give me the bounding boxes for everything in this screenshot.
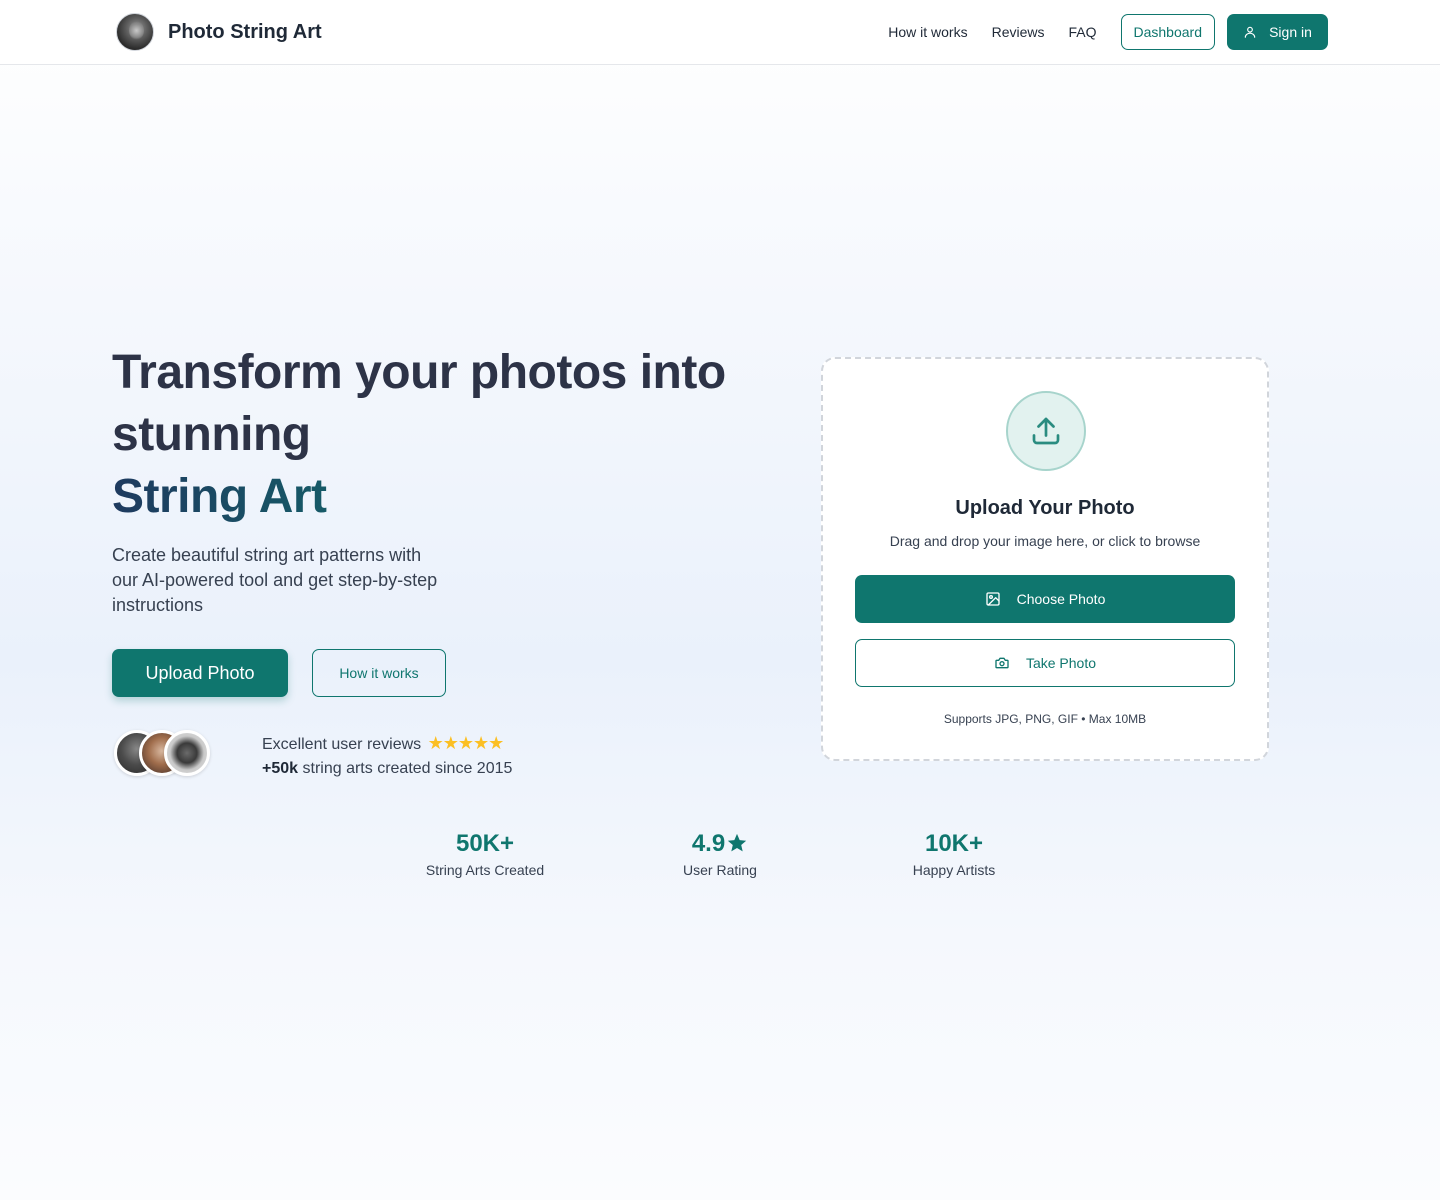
choose-photo-button[interactable]: Choose Photo bbox=[855, 575, 1235, 623]
upload-dropzone[interactable]: Upload Your Photo Drag and drop your ima… bbox=[821, 357, 1269, 761]
reviews-summary: Excellent user reviews ★★★★★ +50k string… bbox=[262, 731, 512, 781]
nav-how-it-works[interactable]: How it works bbox=[888, 14, 967, 50]
stat-label: String Arts Created bbox=[425, 862, 545, 878]
upload-icon-circle bbox=[1006, 391, 1086, 471]
star-icon bbox=[728, 833, 747, 852]
avatar bbox=[164, 730, 210, 776]
dashboard-button[interactable]: Dashboard bbox=[1120, 14, 1215, 50]
take-photo-label: Take Photo bbox=[1025, 655, 1097, 671]
brand-name: Photo String Art bbox=[168, 20, 322, 43]
take-photo-button[interactable]: Take Photo bbox=[855, 639, 1235, 687]
upload-card-title: Upload Your Photo bbox=[955, 497, 1135, 519]
reviews-text: Excellent user reviews bbox=[262, 736, 422, 753]
user-icon bbox=[1244, 26, 1256, 38]
stat-happy-artists: 10K+ Happy Artists bbox=[854, 829, 1054, 878]
choose-photo-label: Choose Photo bbox=[1016, 591, 1106, 607]
user-avatars bbox=[114, 730, 214, 778]
nav-faq[interactable]: FAQ bbox=[1068, 14, 1096, 50]
sign-in-button[interactable]: Sign in bbox=[1227, 14, 1328, 50]
stat-label: Happy Artists bbox=[912, 862, 996, 878]
stat-label: User Rating bbox=[683, 862, 757, 878]
stat-value-row: 4.9 bbox=[620, 829, 820, 859]
hero-subtitle: Create beautiful string art patterns wit… bbox=[112, 545, 438, 615]
site-header: Photo String Art How it works Reviews FA… bbox=[0, 0, 1440, 65]
stat-value: 4.9 bbox=[691, 830, 726, 857]
stat-arts-created: 50K+ String Arts Created bbox=[385, 829, 585, 878]
stat-user-rating: 4.9 User Rating bbox=[620, 829, 820, 878]
upload-support-note: Supports JPG, PNG, GIF • Max 10MB bbox=[943, 712, 1147, 726]
sign-in-label: Sign in bbox=[1269, 24, 1312, 40]
arts-count: +50k bbox=[262, 760, 299, 777]
hero-title: Transform your photos into stunning Stri… bbox=[112, 342, 792, 528]
brand-logo-link[interactable]: Photo String Art bbox=[116, 13, 322, 51]
hero-title-accent: String Art bbox=[112, 466, 792, 528]
how-it-works-button[interactable]: How it works bbox=[312, 649, 446, 697]
camera-icon bbox=[995, 657, 1009, 669]
logo-image bbox=[116, 13, 154, 51]
star-rating-icons: ★★★★★ bbox=[427, 733, 505, 753]
arts-count-text: string arts created since 2015 bbox=[302, 760, 513, 777]
nav-reviews[interactable]: Reviews bbox=[992, 14, 1045, 50]
upload-photo-button[interactable]: Upload Photo bbox=[112, 649, 288, 697]
stat-value: 50K+ bbox=[455, 830, 515, 857]
main-nav: How it works Reviews FAQ Dashboard Sign … bbox=[888, 14, 1328, 50]
hero-title-main: Transform your photos into stunning bbox=[112, 346, 726, 461]
image-icon bbox=[985, 592, 1000, 606]
stat-value: 10K+ bbox=[924, 830, 984, 857]
upload-icon bbox=[1032, 417, 1060, 445]
upload-card-subtitle: Drag and drop your image here, or click … bbox=[889, 533, 1201, 549]
